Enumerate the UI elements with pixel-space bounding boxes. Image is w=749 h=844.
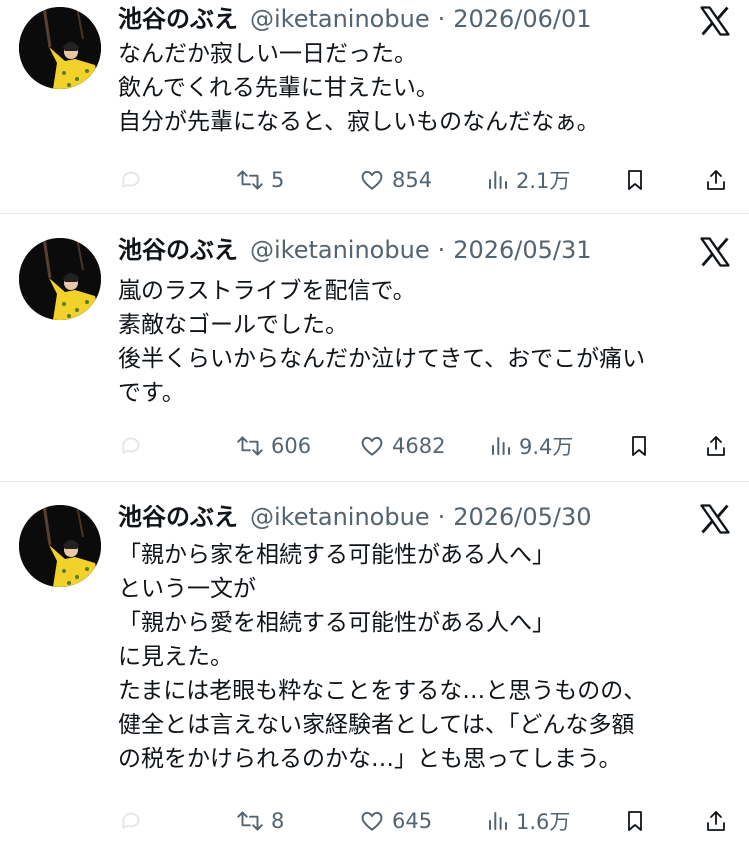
user-handle[interactable]: @iketaninobue — [250, 502, 430, 532]
display-name[interactable]: 池谷のぶえ — [118, 4, 238, 34]
avatar-photo — [19, 238, 101, 320]
bookmark-icon — [628, 170, 642, 190]
views-icon — [489, 171, 507, 189]
reply-button[interactable] — [118, 163, 144, 197]
avatar[interactable] — [19, 7, 101, 89]
retweet-icon — [237, 811, 263, 831]
reply-button[interactable] — [118, 804, 144, 838]
share-button[interactable] — [704, 163, 728, 197]
share-icon — [707, 170, 725, 190]
like-icon — [361, 170, 383, 190]
like-count: 854 — [392, 168, 433, 192]
retweet-icon — [237, 170, 263, 190]
tweet-header: 池谷のぶえ @iketaninobue · 2026/05/30 — [118, 502, 592, 532]
reply-icon — [122, 812, 140, 829]
x-logo-icon — [700, 504, 730, 534]
tweet-text-line: なんだか寂しい一日だった。 — [118, 41, 417, 67]
x-logo-icon — [700, 237, 730, 267]
bookmark-icon — [632, 436, 646, 456]
share-button[interactable] — [704, 804, 728, 838]
views-icon — [492, 437, 510, 455]
share-icon — [707, 811, 725, 831]
views-button[interactable]: 2.1万 — [486, 163, 570, 197]
retweet-button[interactable]: 606 — [235, 429, 311, 463]
bookmark-button[interactable] — [623, 163, 647, 197]
views-count: 9.4万 — [519, 435, 574, 459]
like-icon — [361, 811, 383, 831]
reply-icon — [122, 171, 140, 188]
retweet-button[interactable]: 5 — [235, 163, 284, 197]
tweet-3[interactable]: 池谷のぶえ @iketaninobue · 2026/05/30 「親から家を相… — [0, 482, 749, 844]
tweet-text-line: 後半くらいからなんだか泣けてきて、おでこが痛い — [118, 346, 646, 372]
like-count: 4682 — [392, 434, 446, 458]
display-name[interactable]: 池谷のぶえ — [118, 235, 238, 265]
bookmark-button[interactable] — [627, 429, 651, 463]
views-count: 2.1万 — [516, 169, 571, 193]
tweet-text-line: 飲んでくれる先輩に甘えたい。 — [118, 75, 439, 101]
tweet-date[interactable]: 2026/06/01 — [453, 4, 591, 34]
like-icon — [361, 436, 383, 456]
tweet-text: なんだか寂しい一日だった。 飲んでくれる先輩に甘えたい。 自分が先輩になると、寂… — [118, 37, 733, 139]
share-button[interactable] — [704, 429, 728, 463]
retweet-button[interactable]: 8 — [235, 804, 284, 838]
bookmark-icon — [628, 811, 642, 831]
header-separator: · — [437, 5, 446, 33]
retweet-count: 606 — [271, 434, 312, 458]
avatar-photo — [19, 505, 101, 587]
x-logo-icon — [700, 6, 730, 36]
views-button[interactable]: 1.6万 — [486, 804, 570, 838]
like-count: 645 — [392, 809, 433, 833]
tweet-text-line: たまには老眼も粋なことをするな…と思うものの、 — [118, 678, 647, 704]
bookmark-button[interactable] — [623, 804, 647, 838]
retweet-count: 5 — [271, 168, 285, 192]
views-count: 1.6万 — [516, 810, 571, 834]
tweet-date[interactable]: 2026/05/30 — [453, 502, 591, 532]
user-handle[interactable]: @iketaninobue — [250, 4, 430, 34]
retweet-count: 8 — [271, 809, 285, 833]
share-icon — [707, 436, 725, 456]
views-icon — [489, 812, 507, 830]
tweet-actions: 606 4682 9.4万 — [118, 429, 733, 463]
tweet-text-line: 健全とは言えない家経験者としては、「どんな多額 — [118, 712, 635, 738]
tweet-1[interactable]: 池谷のぶえ @iketaninobue · 2026/06/01 なんだか寂しい… — [0, 0, 749, 213]
tweet-text-line: です。 — [118, 380, 185, 406]
tweet-date[interactable]: 2026/05/31 — [453, 235, 591, 265]
tweet-text-line: 嵐のラストライブを配信で。 — [118, 278, 416, 304]
tweet-2[interactable]: 池谷のぶえ @iketaninobue · 2026/05/31 嵐のラストライ… — [0, 214, 749, 480]
tweet-text-line: の税をかけられるのかな…」とも思ってしまう。 — [118, 746, 622, 772]
tweet-text-line: という一文が — [118, 576, 256, 602]
like-button[interactable]: 4682 — [358, 429, 445, 463]
retweet-icon — [237, 436, 263, 456]
user-handle[interactable]: @iketaninobue — [250, 235, 430, 265]
reply-button[interactable] — [118, 429, 144, 463]
reply-icon — [122, 437, 140, 454]
avatar[interactable] — [19, 238, 101, 320]
avatar[interactable] — [19, 505, 101, 587]
views-button[interactable]: 9.4万 — [489, 429, 573, 463]
tweet-header: 池谷のぶえ @iketaninobue · 2026/06/01 — [118, 4, 592, 34]
like-button[interactable]: 645 — [358, 804, 432, 838]
tweet-text-line: 「親から愛を相続する可能性がある人へ」 — [118, 610, 555, 636]
tweet-text-line: 自分が先輩になると、寂しいものなんだなぁ。 — [118, 109, 600, 135]
avatar-photo — [19, 7, 101, 89]
tweet-text: 嵐のラストライブを配信で。 素敵なゴールでした。 後半くらいからなんだか泣けてき… — [118, 274, 733, 410]
tweet-actions: 5 854 2.1万 — [118, 163, 733, 197]
tweet-text: 「親から家を相続する可能性がある人へ」 という一文が 「親から愛を相続する可能性… — [118, 538, 733, 776]
tweet-text-line: に見えた。 — [118, 644, 233, 670]
tweet-header: 池谷のぶえ @iketaninobue · 2026/05/31 — [118, 235, 592, 265]
header-separator: · — [437, 236, 446, 264]
tweet-actions: 8 645 1.6万 — [118, 804, 733, 838]
like-button[interactable]: 854 — [358, 163, 432, 197]
tweet-text-line: 素敵なゴールでした。 — [118, 312, 348, 338]
tweet-text-line: 「親から家を相続する可能性がある人へ」 — [118, 542, 555, 568]
header-separator: · — [437, 503, 446, 531]
display-name[interactable]: 池谷のぶえ — [118, 502, 238, 532]
